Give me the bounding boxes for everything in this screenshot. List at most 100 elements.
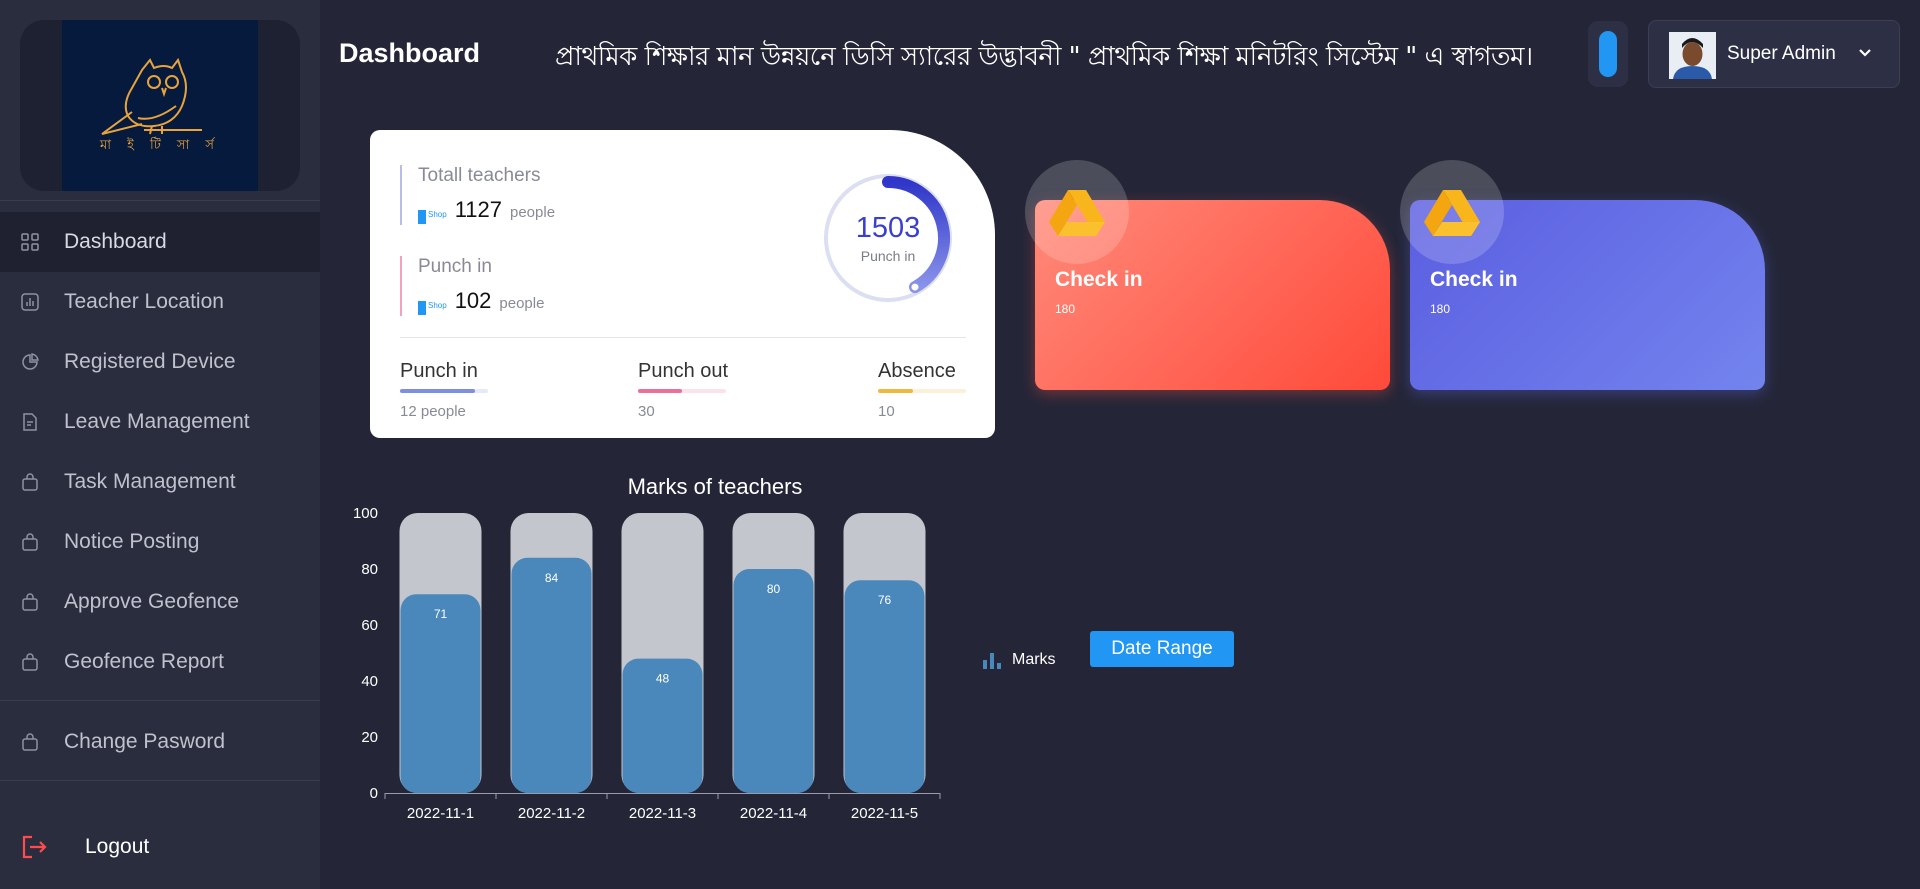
- bag-icon: [22, 473, 38, 491]
- sidebar-item-label: Notice Posting: [64, 530, 200, 553]
- bar: [400, 594, 481, 793]
- sidebar-item-leave-management[interactable]: Leave Management: [0, 392, 320, 452]
- bar-data-label: 84: [545, 571, 559, 585]
- sidebar-item-label: Geofence Report: [64, 650, 224, 673]
- total-teachers-stat: Totall teachers Shop 1127 people: [400, 165, 600, 225]
- bar-data-label: 71: [434, 607, 448, 621]
- x-tick-label: 2022-11-4: [740, 805, 807, 822]
- document-icon: [23, 413, 37, 431]
- check-in-icon-circle: [1400, 160, 1504, 264]
- logo-container: মা ই টি সা র্স: [20, 20, 300, 191]
- bar-data-label: 76: [878, 593, 892, 607]
- sidebar-item-approve-geofence[interactable]: Approve Geofence: [0, 572, 320, 632]
- avatar: [1669, 32, 1716, 79]
- grid-icon: [21, 233, 39, 251]
- attendance-stats-card: Totall teachers Shop 1127 people Punch i…: [370, 130, 995, 438]
- check-in-value: 180: [1055, 302, 1076, 316]
- sidebar-item-label: Change Pasword: [64, 730, 226, 753]
- bar-data-label: 80: [767, 582, 781, 596]
- page-title: Dashboard: [339, 38, 481, 68]
- legend-bar-icon: [983, 653, 1001, 669]
- mini-value: 30: [638, 403, 655, 420]
- check-in-title: Check in: [1430, 268, 1518, 291]
- user-name: Super Admin: [1727, 43, 1836, 64]
- drive-icon: [1424, 190, 1480, 236]
- x-tick-label: 2022-11-3: [629, 805, 696, 822]
- stat-label: Totall teachers: [418, 165, 541, 186]
- stat-unit: people: [499, 295, 545, 312]
- mini-progress-fill: [638, 389, 682, 393]
- bag-icon: [22, 733, 38, 751]
- bar: [733, 569, 814, 793]
- check-in-title: Check in: [1055, 268, 1143, 291]
- logout-button[interactable]: Logout: [0, 817, 320, 877]
- ring-end-dot: [911, 283, 919, 291]
- mini-label: Absence: [878, 360, 956, 382]
- x-tick-label: 2022-11-1: [407, 805, 474, 822]
- bar-data-label: 48: [656, 672, 670, 686]
- sidebar-item-label: Registered Device: [64, 350, 236, 373]
- chart-legend[interactable]: Marks: [982, 651, 1056, 669]
- bag-icon: [22, 533, 38, 551]
- sidebar-item-label: Leave Management: [64, 410, 250, 433]
- y-tick-label: 80: [361, 561, 378, 578]
- date-range-button[interactable]: Date Range: [1090, 631, 1234, 667]
- marks-bar-chart: 0 20 40 60 80 100 71 2022-11-1 84 2022-11-2 48 2022…: [353, 505, 941, 822]
- mini-progress-bar: [400, 389, 488, 393]
- card-divider: [400, 337, 966, 338]
- mini-label: Punch in: [400, 360, 478, 382]
- sidebar-item-label: Teacher Location: [64, 290, 224, 313]
- y-tick-label: 0: [370, 785, 378, 802]
- stat-value: 102: [454, 288, 492, 313]
- shop-badge: Shop: [418, 210, 447, 224]
- check-in-icon-circle: [1025, 160, 1129, 264]
- drive-icon: [1049, 190, 1105, 236]
- mini-value: 12 people: [400, 403, 466, 420]
- mini-progress-fill: [878, 389, 914, 393]
- punch-in-stat: Punch in Shop 102 people: [400, 256, 600, 316]
- bar: [844, 580, 925, 793]
- sidebar-item-registered-device[interactable]: Registered Device: [0, 332, 320, 392]
- welcome-marquee: প্রাথমিক শিক্ষার মান উন্নয়নে ডিসি স্যার…: [555, 42, 1533, 72]
- sidebar-item-geofence-report[interactable]: Geofence Report: [0, 632, 320, 692]
- user-photo-icon: [1669, 32, 1716, 79]
- owl-logo-icon: [101, 57, 202, 135]
- y-tick-label: 100: [353, 505, 378, 522]
- check-in-value: 180: [1430, 302, 1451, 316]
- mini-label: Punch out: [638, 360, 729, 382]
- sidebar-divider: [0, 700, 320, 701]
- sidebar-item-task-management[interactable]: Task Management: [0, 452, 320, 512]
- stat-unit: people: [510, 204, 556, 221]
- sidebar-item-dashboard[interactable]: Dashboard: [0, 212, 320, 272]
- y-tick-label: 40: [361, 673, 378, 690]
- bag-icon: [22, 653, 38, 671]
- mini-stat-punch-in: Punch in 12 people: [400, 360, 488, 420]
- theme-toggle[interactable]: [1588, 21, 1628, 87]
- y-tick-label: 60: [361, 617, 378, 634]
- sidebar-item-notice-posting[interactable]: Notice Posting: [0, 512, 320, 572]
- logout-icon: [22, 835, 47, 859]
- mini-progress-bar: [878, 389, 966, 393]
- sidebar-item-label: Task Management: [64, 470, 236, 493]
- sidebar-item-label: Dashboard: [64, 230, 167, 253]
- user-menu[interactable]: Super Admin: [1648, 20, 1900, 88]
- bar-chart-icon: [21, 293, 39, 311]
- ring-label: Punch in: [860, 248, 916, 264]
- ring-value: 1503: [855, 212, 921, 244]
- mini-stat-absence: Absence 10: [878, 360, 966, 420]
- x-tick-label: 2022-11-2: [518, 805, 585, 822]
- mini-value: 10: [878, 403, 895, 420]
- mini-progress-fill: [400, 389, 475, 393]
- sidebar-item-teacher-location[interactable]: Teacher Location: [0, 272, 320, 332]
- sidebar-item-label: Approve Geofence: [64, 590, 240, 613]
- sidebar-item-change-password[interactable]: Change Pasword: [0, 712, 320, 772]
- pie-chart-icon: [22, 353, 39, 370]
- bar: [511, 557, 592, 793]
- stat-value: 1127: [454, 197, 502, 222]
- sidebar: মা ই টি সা র্স Dashboard Teacher Locatio…: [0, 0, 320, 889]
- toggle-pill: [1599, 31, 1617, 77]
- logo-text: মা ই টি সা র্স: [99, 138, 221, 153]
- mini-progress-bar: [638, 389, 726, 393]
- sidebar-divider: [0, 780, 320, 781]
- shop-badge: Shop: [418, 301, 447, 315]
